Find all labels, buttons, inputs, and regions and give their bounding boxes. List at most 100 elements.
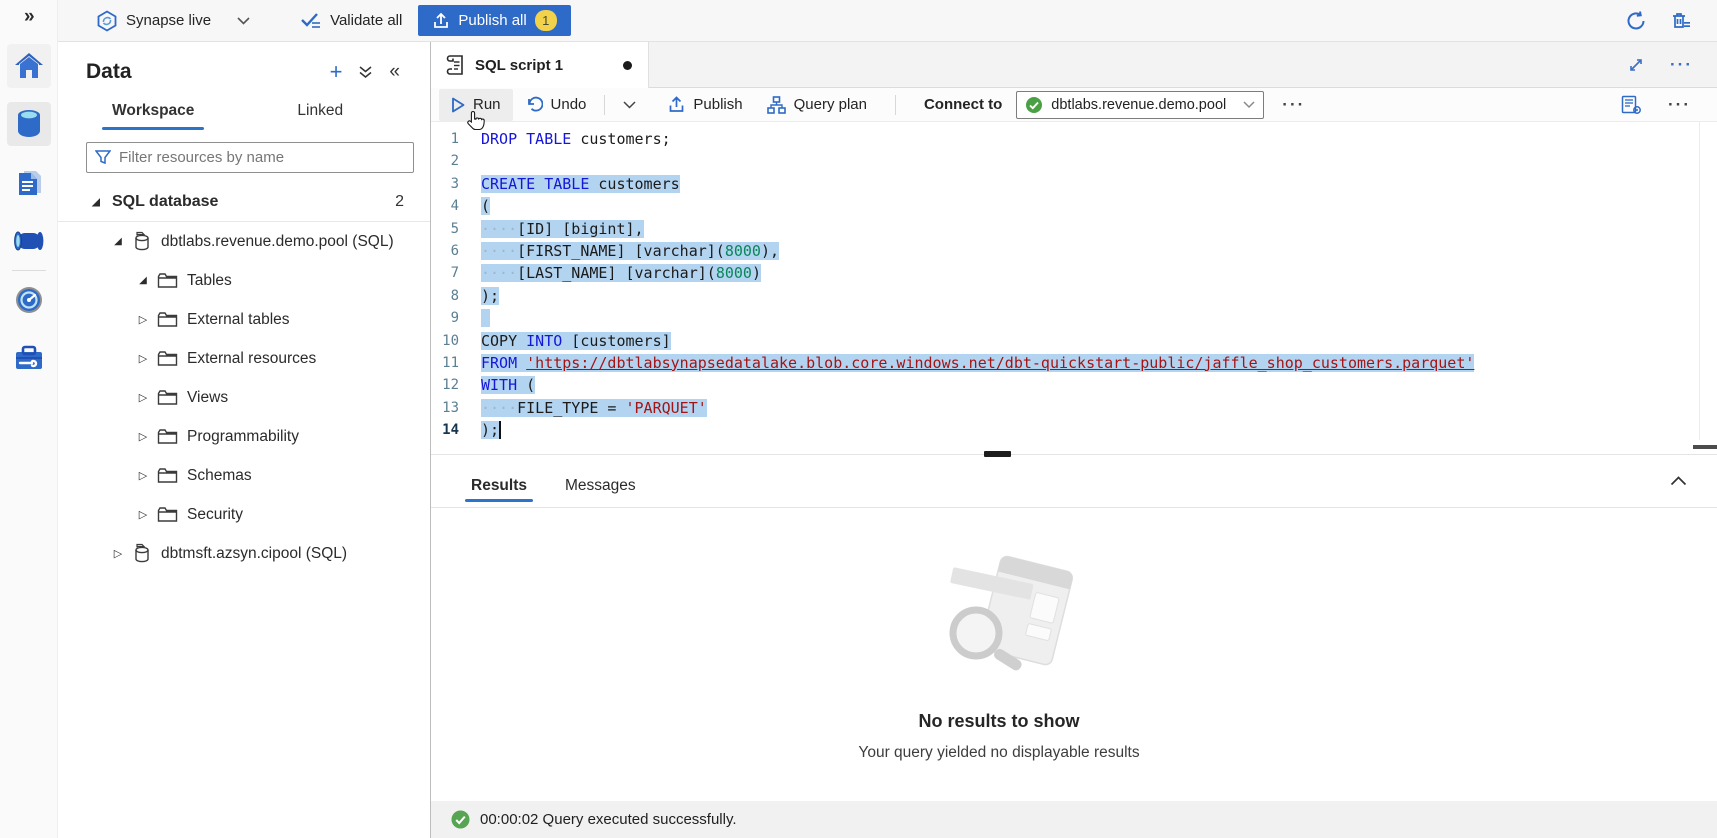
line-content: ····FILE_TYPE = 'PARQUET' (481, 397, 1717, 419)
expander-collapsed-icon[interactable]: ▷ (133, 391, 153, 404)
line-content: ); (481, 285, 1717, 307)
expander-expanded-icon[interactable]: ◢ (108, 236, 128, 247)
database-tree: ◢ SQL database 2 ◢dbtlabs.revenue.demo.p… (58, 183, 430, 573)
folder-icon (157, 311, 178, 328)
code-line-13[interactable]: 13····FILE_TYPE = 'PARQUET' (431, 397, 1717, 419)
folder-icon (157, 506, 178, 523)
results-panel: Results Messages (431, 464, 1717, 838)
expander-collapsed-icon[interactable]: ▷ (108, 547, 128, 560)
code-line-5[interactable]: 5····[ID] [bigint], (431, 218, 1717, 240)
publish-button[interactable]: Publish (656, 89, 754, 121)
expander-icon[interactable]: ◢ (86, 197, 106, 208)
publish-icon (432, 12, 450, 30)
expander-collapsed-icon[interactable]: ▷ (133, 313, 153, 326)
collapse-panel-button[interactable]: « (389, 61, 400, 83)
code-line-12[interactable]: 12WITH ( (431, 374, 1717, 396)
publish-count-badge: 1 (535, 10, 557, 31)
connect-to-pool-select[interactable]: dbtlabs.revenue.demo.pool (1016, 91, 1264, 119)
expander-expanded-icon[interactable]: ◢ (133, 275, 153, 286)
line-number: 3 (431, 173, 481, 195)
discard-trash-icon[interactable] (1669, 10, 1691, 32)
query-plan-button[interactable]: Query plan (755, 89, 879, 121)
nav-home-button[interactable] (7, 44, 51, 88)
code-line-9[interactable]: 9 (431, 307, 1717, 329)
tree-node-dbtmsft-azsyn-cipool-sql[interactable]: ▷dbtmsft.azsyn.cipool (SQL) (58, 534, 430, 573)
tree-node-security[interactable]: ▷Security (58, 495, 430, 534)
properties-icon[interactable] (1621, 95, 1642, 115)
refresh-icon[interactable] (1625, 10, 1647, 32)
line-number: 4 (431, 195, 481, 217)
tab-messages[interactable]: Messages (563, 467, 638, 505)
document-icon (16, 168, 42, 198)
splitter-handle[interactable] (984, 451, 1011, 457)
expand-editor-icon[interactable] (1628, 57, 1644, 73)
code-line-2[interactable]: 2 (431, 150, 1717, 172)
expander-collapsed-icon[interactable]: ▷ (133, 469, 153, 482)
collapse-results-icon[interactable] (1670, 476, 1687, 486)
tree-node-sql-database[interactable]: ◢ SQL database 2 (58, 183, 430, 222)
main-pane: SQL script 1 ··· Run Undo (430, 42, 1717, 838)
nav-develop-button[interactable] (7, 161, 51, 205)
tree-node-dbtlabs-revenue-demo-pool-sql[interactable]: ◢dbtlabs.revenue.demo.pool (SQL) (58, 222, 430, 261)
mode-label: Synapse live (126, 12, 211, 29)
tree-node-tables[interactable]: ◢Tables (58, 261, 430, 300)
nav-monitor-button[interactable] (7, 278, 51, 322)
run-button[interactable]: Run (439, 89, 513, 121)
run-options-dropdown[interactable] (611, 89, 648, 121)
tree-node-label: Schemas (187, 467, 252, 485)
publish-all-button[interactable]: Publish all 1 (418, 5, 570, 36)
line-number: 10 (431, 330, 481, 352)
explorer-tabs: Workspace Linked (58, 90, 430, 130)
publish-all-label: Publish all (458, 12, 526, 29)
code-line-8[interactable]: 8); (431, 285, 1717, 307)
tree-node-views[interactable]: ▷Views (58, 378, 430, 417)
line-content: ( (481, 195, 1717, 217)
tab-more-icon[interactable]: ··· (1670, 55, 1693, 75)
expander-collapsed-icon[interactable]: ▷ (133, 430, 153, 443)
editor-results-splitter[interactable] (431, 454, 1717, 464)
tab-workspace[interactable]: Workspace (108, 94, 198, 130)
nav-integrate-button[interactable] (7, 219, 51, 263)
expander-collapsed-icon[interactable]: ▷ (133, 352, 153, 365)
toolbar-more-icon[interactable]: ··· (1282, 95, 1305, 115)
toolbar-separator (895, 95, 896, 115)
line-content: ····[LAST_NAME] [varchar](8000) (481, 262, 1717, 284)
tree-node-schemas[interactable]: ▷ Schemas (58, 456, 430, 495)
rail-divider (12, 270, 46, 271)
undo-button[interactable]: Undo (513, 89, 599, 121)
folder-icon (157, 350, 178, 367)
code-line-1[interactable]: 1DROP TABLE customers; (431, 128, 1717, 150)
code-line-7[interactable]: 7····[LAST_NAME] [varchar](8000) (431, 262, 1717, 284)
horizontal-scrollbar-thumb[interactable] (1693, 445, 1717, 449)
tab-results[interactable]: Results (469, 467, 529, 505)
code-line-3[interactable]: 3CREATE TABLE customers (431, 173, 1717, 195)
code-line-4[interactable]: 4( (431, 195, 1717, 217)
code-line-11[interactable]: 11FROM 'https://dbtlabsynapsedatalake.bl… (431, 352, 1717, 374)
tab-linked[interactable]: Linked (293, 94, 347, 130)
expand-rail-button[interactable]: » (24, 6, 33, 28)
undo-label: Undo (551, 96, 587, 113)
line-content: ····[ID] [bigint], (481, 218, 1717, 240)
filter-resources-input[interactable] (119, 149, 405, 166)
publish-label: Publish (693, 96, 742, 113)
code-line-10[interactable]: 10COPY INTO [customers] (431, 330, 1717, 352)
nav-data-button[interactable] (7, 102, 51, 146)
nav-manage-button[interactable] (7, 336, 51, 380)
tab-sql-script-1[interactable]: SQL script 1 (431, 42, 649, 88)
success-check-icon (451, 810, 470, 829)
add-resource-button[interactable]: + (330, 61, 343, 83)
sql-code-editor[interactable]: 1DROP TABLE customers;23CREATE TABLE cus… (431, 122, 1717, 454)
filter-resources-box[interactable] (86, 142, 414, 173)
line-number: 2 (431, 150, 481, 172)
tree-node-external-resources[interactable]: ▷External resources (58, 339, 430, 378)
expander-collapsed-icon[interactable]: ▷ (133, 508, 153, 521)
validate-all-button[interactable]: Validate all (288, 11, 414, 31)
unsaved-changes-dot (623, 61, 632, 70)
editor-more-icon[interactable]: ··· (1668, 95, 1691, 115)
tree-node-programmability[interactable]: ▷Programmability (58, 417, 430, 456)
mode-selector[interactable]: Synapse live (84, 10, 262, 32)
collapse-all-icon[interactable] (358, 66, 373, 79)
code-line-6[interactable]: 6····[FIRST_NAME] [varchar](8000), (431, 240, 1717, 262)
tree-node-external-tables[interactable]: ▷External tables (58, 300, 430, 339)
code-line-14[interactable]: 14); (431, 419, 1717, 441)
